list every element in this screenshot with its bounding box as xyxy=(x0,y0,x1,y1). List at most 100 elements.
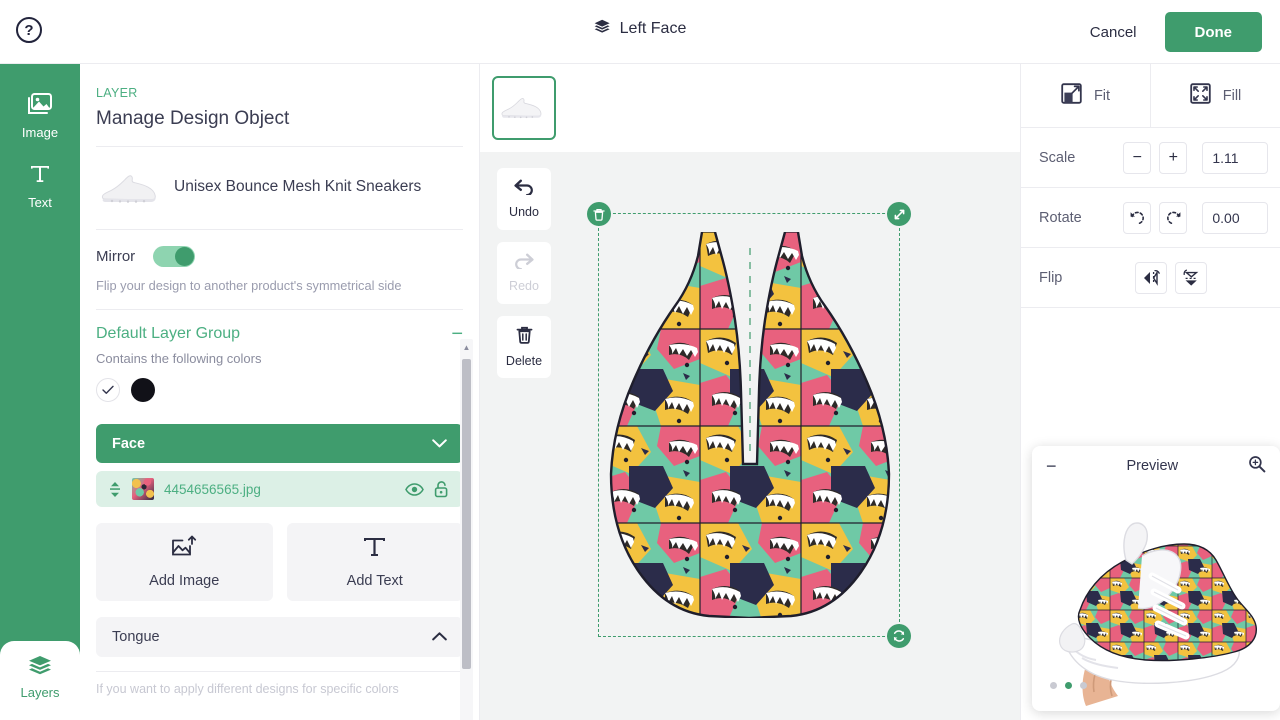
flip-row: Flip xyxy=(1021,248,1280,308)
flip-label: Flip xyxy=(1039,269,1063,286)
left-rail: Image Text Layers xyxy=(0,64,80,720)
scale-decrease-button[interactable]: − xyxy=(1123,141,1152,174)
canvas-area: Undo Redo Delete xyxy=(480,64,1020,720)
group-title: Default Layer Group xyxy=(96,325,241,342)
sidebar-item-label: Layers xyxy=(20,685,60,700)
scale-row: Scale − + 1.11 xyxy=(1021,128,1280,188)
product-thumbnail xyxy=(96,159,160,215)
unlock-icon[interactable] xyxy=(434,480,449,498)
sidebar-item-image[interactable]: Image xyxy=(0,82,80,152)
fit-fill-tabs: Fit Fill xyxy=(1021,64,1280,128)
fit-icon xyxy=(1061,83,1082,108)
mirror-toggle[interactable] xyxy=(153,246,196,267)
list-item[interactable]: 4454656565.jpg xyxy=(96,471,463,507)
layers-stack-icon xyxy=(594,19,611,39)
add-image-label: Add Image xyxy=(149,573,220,589)
scrollbar-thumb[interactable] xyxy=(462,359,471,669)
canvas-tools: Undo Redo Delete xyxy=(497,168,551,378)
panel-title: Manage Design Object xyxy=(96,108,290,129)
carousel-dot[interactable] xyxy=(1080,682,1087,689)
toggle-knob xyxy=(175,247,195,266)
rotate-handle[interactable] xyxy=(887,624,911,648)
sidebar-item-label: Text xyxy=(28,195,52,210)
fit-label: Fit xyxy=(1093,87,1111,104)
sidebar-item-layers[interactable]: Layers xyxy=(0,641,80,720)
rotate-left-icon[interactable] xyxy=(1123,201,1152,234)
flip-vertical-icon[interactable] xyxy=(1175,261,1207,294)
properties-panel: Fit Fill Scale − + 1.11 Rotate 0.00 Flip… xyxy=(1020,64,1280,720)
panel-scrollbar[interactable]: ▲ ▼ xyxy=(460,339,473,720)
redo-button[interactable]: Redo xyxy=(497,242,551,304)
eye-icon[interactable] xyxy=(405,482,424,496)
carousel-dot-active[interactable] xyxy=(1065,682,1072,689)
magnifier-icon[interactable] xyxy=(1248,455,1266,478)
page-title: Left Face xyxy=(594,19,687,39)
scale-label: Scale xyxy=(1039,149,1076,166)
default-layer-group-header[interactable]: Default Layer Group − xyxy=(80,310,479,344)
section-tongue[interactable]: Tongue xyxy=(96,617,463,657)
mirror-label: Mirror xyxy=(96,248,136,265)
mirror-row: Mirror xyxy=(80,230,479,267)
flip-horizontal-icon[interactable] xyxy=(1135,261,1167,294)
add-text-icon xyxy=(362,535,387,564)
add-text-label: Add Text xyxy=(346,573,403,589)
minimize-button[interactable]: − xyxy=(1046,457,1057,475)
help-icon[interactable]: ? xyxy=(16,17,42,43)
preview-carousel-dots xyxy=(1050,682,1087,689)
add-text-button[interactable]: Add Text xyxy=(286,523,463,601)
layers-icon xyxy=(28,655,52,679)
rotate-input[interactable]: 0.00 xyxy=(1202,201,1268,234)
fit-button[interactable]: Fit xyxy=(1021,64,1151,127)
fill-icon xyxy=(1190,83,1211,108)
drag-handle-icon[interactable] xyxy=(108,481,122,498)
preview-panel: − Preview xyxy=(1032,446,1280,711)
rotate-label: Rotate xyxy=(1039,209,1082,226)
panel-bottom-hint: If you want to apply different designs f… xyxy=(96,671,463,696)
cancel-button[interactable]: Cancel xyxy=(1080,16,1147,49)
undo-button[interactable]: Undo xyxy=(497,168,551,230)
section-face-label: Face xyxy=(112,435,146,452)
sidebar-item-text[interactable]: Text xyxy=(0,152,80,222)
delete-handle[interactable] xyxy=(587,202,611,226)
done-button[interactable]: Done xyxy=(1164,12,1262,52)
carousel-dot[interactable] xyxy=(1050,682,1057,689)
scale-input[interactable]: 1.11 xyxy=(1202,141,1268,174)
page-title-text: Left Face xyxy=(619,20,687,37)
delete-button[interactable]: Delete xyxy=(497,316,551,378)
undo-label: Undo xyxy=(509,205,539,219)
preview-title: Preview xyxy=(1126,458,1179,474)
add-image-icon xyxy=(171,535,198,564)
swatch-black[interactable] xyxy=(131,378,155,402)
chevron-up-icon xyxy=(432,629,447,645)
scroll-up-arrow[interactable]: ▲ xyxy=(460,339,473,355)
add-image-button[interactable]: Add Image xyxy=(96,523,273,601)
mirror-help-text: Flip your design to another product's sy… xyxy=(96,278,402,293)
rotate-right-icon[interactable] xyxy=(1159,201,1188,234)
layer-panel: LAYER Manage Design Object Unisex Bounce… xyxy=(80,64,480,720)
redo-icon xyxy=(514,253,534,272)
text-icon xyxy=(28,162,52,189)
resize-handle[interactable] xyxy=(887,202,911,226)
header-actions: Cancel Done xyxy=(1080,12,1262,52)
layer-filename: 4454656565.jpg xyxy=(164,481,261,497)
app-header: ? Left Face Cancel Done xyxy=(0,0,1280,64)
image-icon xyxy=(26,92,54,119)
design-editor-app: ? Left Face Cancel Done Image Text Layer… xyxy=(0,0,1280,720)
redo-label: Redo xyxy=(509,279,539,293)
product-name: Unisex Bounce Mesh Knit Sneakers xyxy=(174,178,422,195)
left-face-thumbnail[interactable] xyxy=(492,76,556,140)
section-tongue-label: Tongue xyxy=(112,629,160,645)
add-buttons-row: Add Image Add Text xyxy=(96,523,463,601)
fill-button[interactable]: Fill xyxy=(1151,64,1280,127)
trash-icon xyxy=(516,326,533,347)
face-thumbnail-strip xyxy=(480,64,1020,152)
design-artwork[interactable] xyxy=(599,232,901,618)
scale-increase-button[interactable]: + xyxy=(1159,141,1188,174)
color-swatches xyxy=(80,366,479,402)
swatch-white-selected[interactable] xyxy=(96,378,120,402)
selection-box[interactable] xyxy=(587,202,911,648)
preview-image[interactable] xyxy=(1032,486,1280,711)
rotate-row: Rotate 0.00 xyxy=(1021,188,1280,248)
section-face[interactable]: Face xyxy=(96,424,463,463)
preview-header: − Preview xyxy=(1032,446,1280,486)
